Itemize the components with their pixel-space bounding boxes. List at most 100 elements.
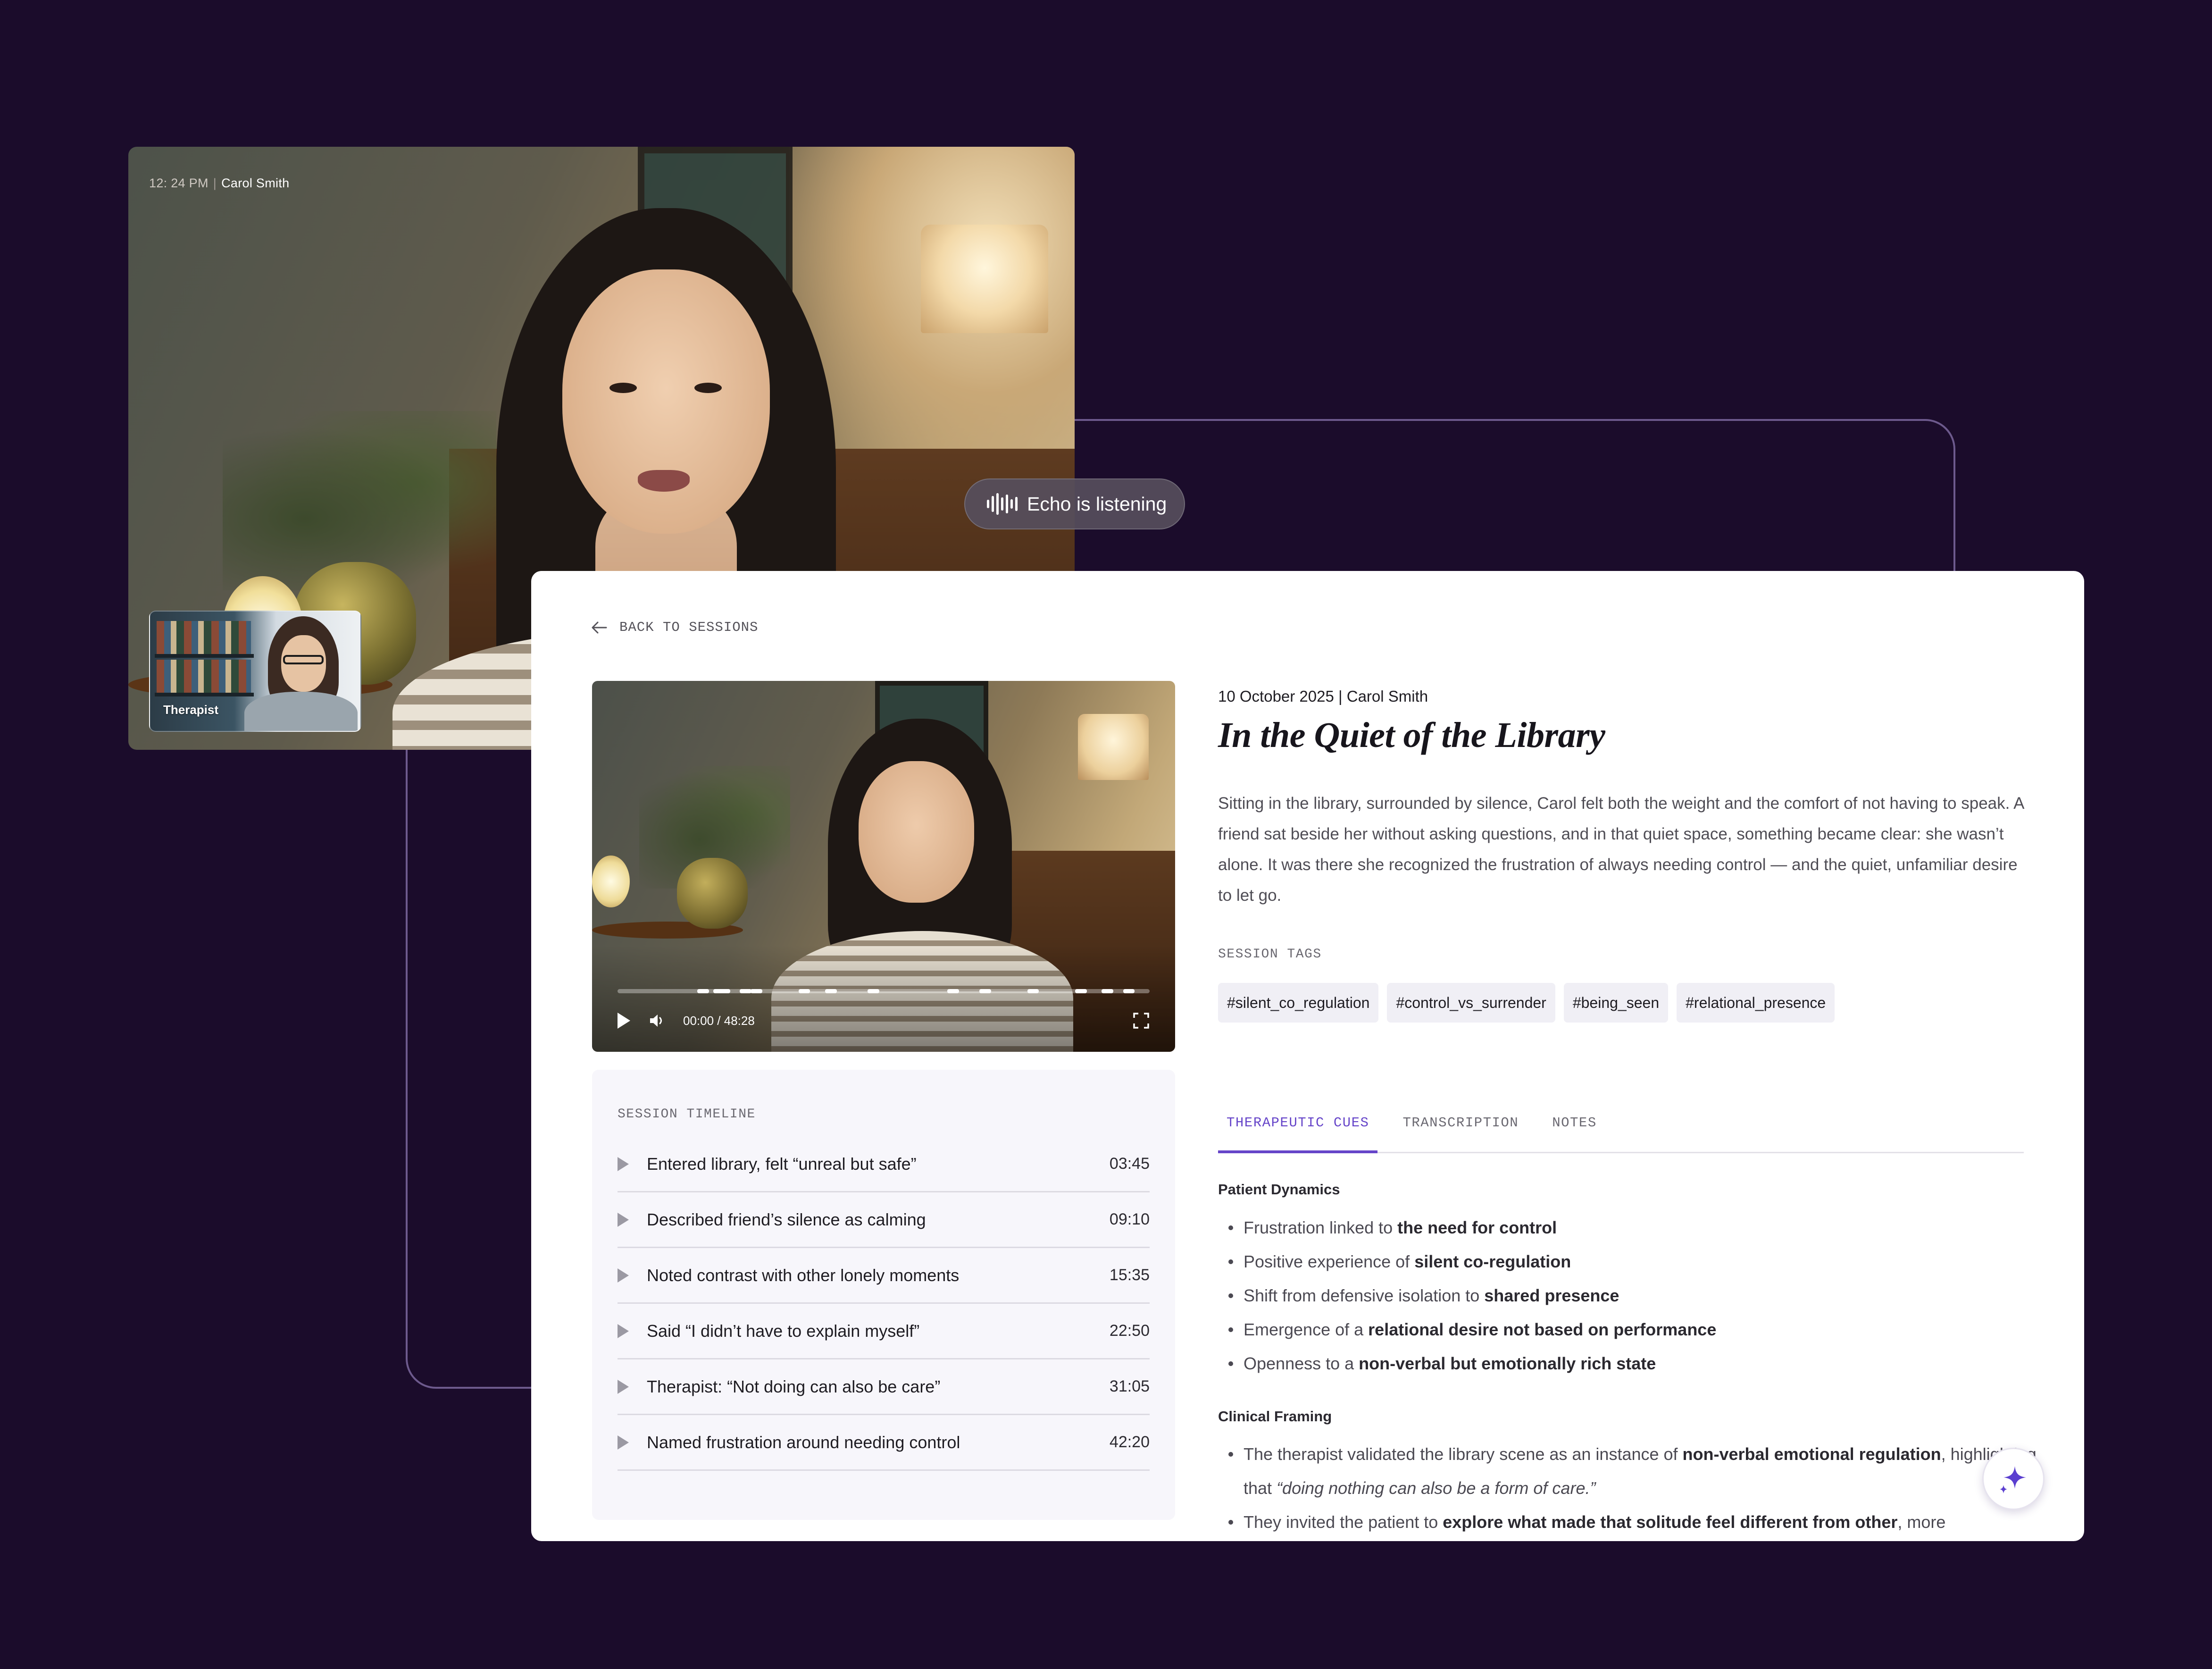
ai-assistant-button[interactable] bbox=[1982, 1448, 2045, 1510]
session-tag[interactable]: #relational_presence bbox=[1677, 983, 1835, 1023]
timeline-list: Entered library, felt “unreal but safe” … bbox=[618, 1137, 1150, 1471]
therapist-glasses bbox=[283, 655, 324, 664]
call-time: 12: 24 PM bbox=[149, 176, 209, 190]
timeline-item-text: Described friend’s silence as calming bbox=[647, 1209, 926, 1229]
video-time-readout: 00:00 / 48:28 bbox=[683, 1013, 755, 1028]
patient-eye bbox=[694, 383, 722, 393]
timeline-item[interactable]: Noted contrast with other lonely moments… bbox=[618, 1248, 1150, 1304]
session-tags-label: SESSION TAGS bbox=[1218, 947, 1322, 962]
timeline-item-time: 09:10 bbox=[1109, 1210, 1150, 1228]
play-icon[interactable] bbox=[618, 1013, 630, 1029]
play-icon[interactable] bbox=[618, 1324, 629, 1338]
patient-mouth bbox=[638, 470, 690, 492]
cue-marker[interactable] bbox=[1027, 989, 1039, 993]
arrow-left-icon bbox=[592, 621, 607, 633]
play-icon[interactable] bbox=[618, 1435, 629, 1450]
session-tag[interactable]: #control_vs_surrender bbox=[1387, 983, 1555, 1023]
shelf bbox=[155, 693, 254, 696]
list-item: They invited the patient to explore what… bbox=[1218, 1505, 2039, 1539]
list-item: Emergence of a relational desire not bas… bbox=[1218, 1313, 2039, 1347]
session-summary: Sitting in the library, surrounded by si… bbox=[1218, 794, 2024, 905]
play-icon[interactable] bbox=[618, 1379, 629, 1394]
timeline-item-text: Entered library, felt “unreal but safe” bbox=[647, 1154, 917, 1174]
session-tag[interactable]: #silent_co_regulation bbox=[1218, 983, 1379, 1023]
bookshelf bbox=[157, 660, 251, 693]
list-item: Openness to a non-verbal but emotionally… bbox=[1218, 1347, 2039, 1381]
tab-transcription[interactable]: TRANSCRIPTION bbox=[1394, 1095, 1527, 1150]
cue-marker[interactable] bbox=[740, 989, 752, 993]
list-item: Frustration linked to the need for contr… bbox=[1218, 1211, 2039, 1245]
player-controls: 00:00 / 48:28 bbox=[618, 1010, 1150, 1031]
floor-lamp bbox=[921, 225, 1048, 333]
sparkle-icon bbox=[2000, 1466, 2026, 1493]
patient-dynamics-heading: Patient Dynamics bbox=[1218, 1181, 1340, 1198]
timeline-item-time: 03:45 bbox=[1109, 1155, 1150, 1173]
waveform-icon bbox=[987, 493, 1018, 515]
timeline-item-time: 42:20 bbox=[1109, 1433, 1150, 1451]
cue-marker[interactable] bbox=[798, 989, 810, 993]
timeline-item[interactable]: Named frustration around needing control… bbox=[618, 1415, 1150, 1471]
cue-marker[interactable] bbox=[825, 989, 837, 993]
echo-listening-indicator[interactable]: Echo is listening bbox=[964, 478, 1185, 529]
timeline-item-text: Named frustration around needing control bbox=[647, 1432, 960, 1452]
session-detail-panel: BACK TO SESSIONS 00:00 / 48:28 SESSION T… bbox=[531, 571, 2084, 1541]
back-label: BACK TO SESSIONS bbox=[619, 620, 759, 635]
tab-notes[interactable]: NOTES bbox=[1544, 1095, 1605, 1150]
cue-marker[interactable] bbox=[868, 989, 879, 993]
therapist-label: Therapist bbox=[163, 703, 219, 717]
shelf bbox=[155, 654, 254, 658]
play-icon[interactable] bbox=[618, 1212, 629, 1227]
controls-gradient bbox=[592, 945, 1175, 1052]
timeline-item-text: Said “I didn’t have to explain myself” bbox=[647, 1321, 920, 1341]
play-icon[interactable] bbox=[618, 1157, 629, 1171]
plant-pot bbox=[677, 858, 748, 929]
timeline-item[interactable]: Therapist: “Not doing can also be care” … bbox=[618, 1359, 1150, 1415]
cue-marker[interactable] bbox=[1102, 989, 1114, 993]
list-item: Shift from defensive isolation to shared… bbox=[1218, 1279, 2039, 1313]
timeline-item-text: Noted contrast with other lonely moments bbox=[647, 1265, 960, 1285]
patient-dynamics-list: Frustration linked to the need for contr… bbox=[1218, 1211, 2039, 1381]
clinical-framing-list: The therapist validated the library scen… bbox=[1218, 1437, 2039, 1539]
fullscreen-icon[interactable] bbox=[1133, 1012, 1150, 1029]
session-meta: 10 October 2025 | Carol Smith bbox=[1218, 688, 1428, 705]
volume-icon[interactable] bbox=[648, 1012, 665, 1029]
tab-therapeutic-cues[interactable]: THERAPEUTIC CUES bbox=[1218, 1095, 1378, 1153]
timeline-item-time: 31:05 bbox=[1109, 1377, 1150, 1395]
call-separator: | bbox=[213, 176, 217, 190]
cue-marker[interactable] bbox=[947, 989, 960, 993]
play-icon[interactable] bbox=[618, 1268, 629, 1283]
bookshelf bbox=[157, 621, 251, 654]
cue-marker[interactable] bbox=[979, 989, 991, 993]
session-tags: #silent_co_regulation #control_vs_surren… bbox=[1218, 983, 1835, 1023]
therapist-video-tile[interactable]: Therapist bbox=[149, 611, 361, 732]
floor-lamp bbox=[1078, 714, 1149, 780]
echo-label: Echo is listening bbox=[1027, 493, 1167, 515]
session-tag[interactable]: #being_seen bbox=[1563, 983, 1669, 1023]
list-item: Positive experience of silent co-regulat… bbox=[1218, 1245, 2039, 1279]
cue-marker[interactable] bbox=[1123, 989, 1135, 993]
timeline-item[interactable]: Said “I didn’t have to explain myself” 2… bbox=[618, 1304, 1150, 1359]
session-title: In the Quiet of the Library bbox=[1218, 715, 1605, 755]
cue-marker[interactable] bbox=[718, 989, 731, 993]
timeline-item[interactable]: Entered library, felt “unreal but safe” … bbox=[618, 1137, 1150, 1192]
list-item: The therapist validated the library scen… bbox=[1218, 1437, 2039, 1505]
timeline-title: SESSION TIMELINE bbox=[618, 1107, 756, 1122]
timeline-item[interactable]: Described friend’s silence as calming 09… bbox=[618, 1192, 1150, 1248]
patient-eye bbox=[609, 383, 637, 393]
caller-name: Carol Smith bbox=[221, 176, 290, 190]
cue-marker[interactable] bbox=[751, 989, 762, 993]
cue-marker[interactable] bbox=[697, 989, 709, 993]
timeline-item-text: Therapist: “Not doing can also be care” bbox=[647, 1376, 941, 1396]
timeline-item-time: 15:35 bbox=[1109, 1266, 1150, 1284]
cue-marker[interactable] bbox=[1075, 989, 1087, 993]
therapist-jacket bbox=[244, 692, 358, 731]
video-progress-bar[interactable] bbox=[618, 989, 1150, 993]
patient-face bbox=[562, 269, 770, 534]
patient-face bbox=[859, 761, 974, 903]
timeline-item-time: 22:50 bbox=[1109, 1322, 1150, 1340]
content-tabs: THERAPEUTIC CUES TRANSCRIPTION NOTES bbox=[1218, 1095, 2024, 1153]
session-video-player[interactable]: 00:00 / 48:28 bbox=[592, 681, 1175, 1052]
back-to-sessions-link[interactable]: BACK TO SESSIONS bbox=[591, 620, 758, 635]
table-lamp bbox=[592, 855, 630, 907]
call-meta: 12: 24 PM | Carol Smith bbox=[149, 176, 289, 191]
